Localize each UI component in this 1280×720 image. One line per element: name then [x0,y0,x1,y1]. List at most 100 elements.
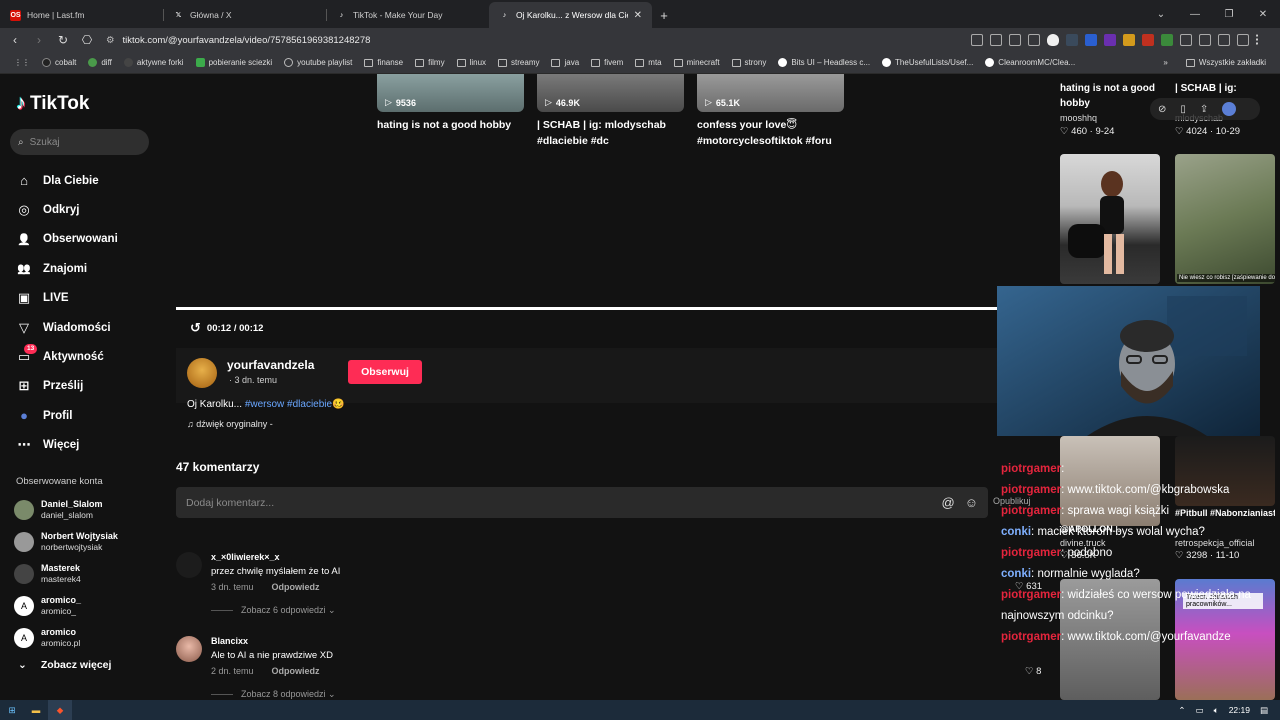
brave-shield-icon[interactable] [1047,34,1059,46]
right-video-title[interactable]: | SCHAB | ig: [1175,81,1275,96]
search-input[interactable]: ⌕ Szukaj [10,129,149,155]
brave-browser-icon[interactable]: ◆ [48,700,72,720]
followed-account[interactable]: Masterek masterek4 [14,558,118,590]
forward-icon[interactable]: › [30,31,48,49]
nav-profil[interactable]: ● Profil [16,401,118,430]
bookmark-item[interactable]: pobieranie sciezki [190,58,279,67]
wallet-icon[interactable] [1218,34,1230,46]
start-icon[interactable]: ⊞ [0,700,24,720]
right-video-author[interactable]: mooshhq [1060,113,1097,123]
commenter-avatar[interactable] [176,636,202,662]
extensions-icon[interactable] [1199,34,1211,46]
copy-icon[interactable]: ▯ [1180,104,1186,115]
bookmark-folder[interactable]: streamy [492,58,545,67]
hashtags[interactable]: #wersow #dlaciebie [245,399,332,410]
ext-icon[interactable] [1104,34,1116,46]
ext-icon[interactable] [1123,34,1135,46]
nav-dla-ciebie[interactable]: ⌂ Dla Ciebie [16,166,118,195]
notifications-icon[interactable]: ▤ [1260,705,1268,716]
maximize-button[interactable]: ❐ [1212,0,1246,28]
sidebar-icon[interactable] [1180,34,1192,46]
minimize-button[interactable]: — [1178,0,1212,28]
apps-icon[interactable]: ⋮⋮ [8,58,36,67]
tray-chevron-icon[interactable]: ⌃ [1178,705,1185,716]
bookmark-folder[interactable]: strony [726,58,773,67]
bookmark-folder[interactable]: mta [629,58,667,67]
emoji-icon[interactable]: ☺ [965,495,978,510]
reply-button[interactable]: Odpowiedz [272,582,320,592]
related-video-title[interactable]: | SCHAB | ig: mlodyschab #dlaciebie #dc [537,117,687,149]
site-info-icon[interactable]: ⚙ [106,35,115,46]
bookmark-folder[interactable]: filmy [409,58,450,67]
new-tab-button[interactable]: + [652,2,676,28]
nav-aktywnosc[interactable]: ▭ 13 Aktywność [16,342,118,371]
related-video-title[interactable]: hating is not a good hobby [377,117,557,133]
bookmark-folder[interactable]: finanse [358,58,409,67]
commenter-name[interactable]: x_×0liwierek×_x [211,552,280,562]
browser-tab-tiktok[interactable]: ♪ TikTok - Make Your Day [326,2,489,28]
ext-icon[interactable] [1085,34,1097,46]
follow-button[interactable]: Obserwuj [348,360,422,384]
video-thumbnail[interactable] [1060,154,1160,284]
followed-account[interactable]: Norbert Wojtysiak norbertwojtysiak [14,526,118,558]
commenter-name[interactable]: Blancixx [211,636,248,646]
sound-link[interactable]: ♫ dźwięk oryginalny - [187,419,273,429]
bookmark-folder[interactable]: java [545,58,585,67]
related-video-thumb[interactable]: ▷ 46.9K [537,74,684,112]
back-icon[interactable]: ‹ [6,31,24,49]
commenter-avatar[interactable] [176,552,202,578]
volume-icon[interactable]: 🔈︎ [1214,705,1219,716]
view-replies-button[interactable]: Zobacz 6 odpowiedzi ⌄ [211,605,336,616]
nav-przeslij[interactable]: ⊞ Prześlij [16,372,118,401]
ext-icon[interactable] [1066,34,1078,46]
bookmark-folder[interactable]: minecraft [668,58,726,67]
bookmark-folder[interactable]: fivem [585,58,629,67]
ext-icon[interactable] [1161,34,1173,46]
bookmark-item[interactable]: TheUsefulLists/Usef... [876,58,979,67]
browser-tab-lastfm[interactable]: OS Home | Last.fm [0,2,163,28]
bookmark-item[interactable]: Bits UI – Headless c... [772,58,876,67]
all-bookmarks[interactable]: Wszystkie zakładki [1180,58,1272,67]
ext-icon[interactable] [971,34,983,46]
bookmark-item[interactable]: youtube playlist [278,58,358,67]
ext-icon[interactable] [1142,34,1154,46]
tiktok-logo[interactable]: ♪ TikTok [16,92,89,115]
clock[interactable]: 22:19 [1229,705,1250,715]
link-icon[interactable]: ⊘ [1158,104,1166,115]
mention-icon[interactable]: @ [942,495,955,510]
bookmark-item[interactable]: diff [82,58,118,67]
nav-wiadomosci[interactable]: ▽ Wiadomości [16,313,118,342]
close-tab-icon[interactable]: ✕ [634,10,642,21]
nav-znajomi[interactable]: 👥 Znajomi [16,254,118,283]
view-replies-button[interactable]: Zobacz 8 odpowiedzi ⌄ [211,689,336,700]
file-explorer-icon[interactable]: ▬ [24,700,48,720]
replay-icon[interactable]: ↺ [190,320,201,336]
see-more-button[interactable]: ⌄ Zobacz więcej [18,659,111,671]
menu-icon[interactable] [1256,34,1268,46]
nav-live[interactable]: ▣ LIVE [16,284,118,313]
author-name[interactable]: yourfavandzela [227,358,314,372]
nav-odkryj[interactable]: ◎ Odkryj [16,195,118,224]
comment-input[interactable]: Dodaj komentarz... @ ☺ [176,487,988,518]
translate-icon[interactable] [1009,34,1021,46]
followed-account[interactable]: Daniel_Slalom daniel_slalom [14,494,118,526]
nav-obserwowani[interactable]: 👤 Obserwowani [16,225,118,254]
bookmark-item[interactable]: CleanroomMC/Clea... [979,58,1081,67]
video-progress-bar[interactable] [176,307,997,310]
reply-button[interactable]: Odpowiedz [272,666,320,676]
followed-account[interactable]: Aaromico aromico.pl [14,622,118,654]
bookmark-folder[interactable]: linux [451,58,492,67]
network-icon[interactable]: ▭ [1196,705,1204,716]
browser-tab-active[interactable]: ♪ Oj Karolku... z Wersow dla Ciebie ✕ [489,2,652,28]
tab-search-icon[interactable]: ⌄ [1144,0,1178,28]
followed-account[interactable]: Aaromico_ aromico_ [14,590,118,622]
related-video-title[interactable]: confess your love😇 #motorcyclesoftiktok … [697,117,847,149]
close-window-button[interactable]: ✕ [1246,0,1280,28]
browser-tab-x[interactable]: 𝕏 Główna / X [163,2,326,28]
related-video-thumb[interactable]: ▷ 65.1K [697,74,844,112]
related-video-thumb[interactable]: ▷ 9536 [377,74,524,112]
media-icon[interactable] [1237,34,1249,46]
bookmark-item[interactable]: cobalt [36,58,82,67]
address-bar[interactable]: ⚙ tiktok.com/@yourfavandzela/video/75785… [102,30,962,50]
bookmark-item[interactable]: aktywne forki [118,58,190,67]
